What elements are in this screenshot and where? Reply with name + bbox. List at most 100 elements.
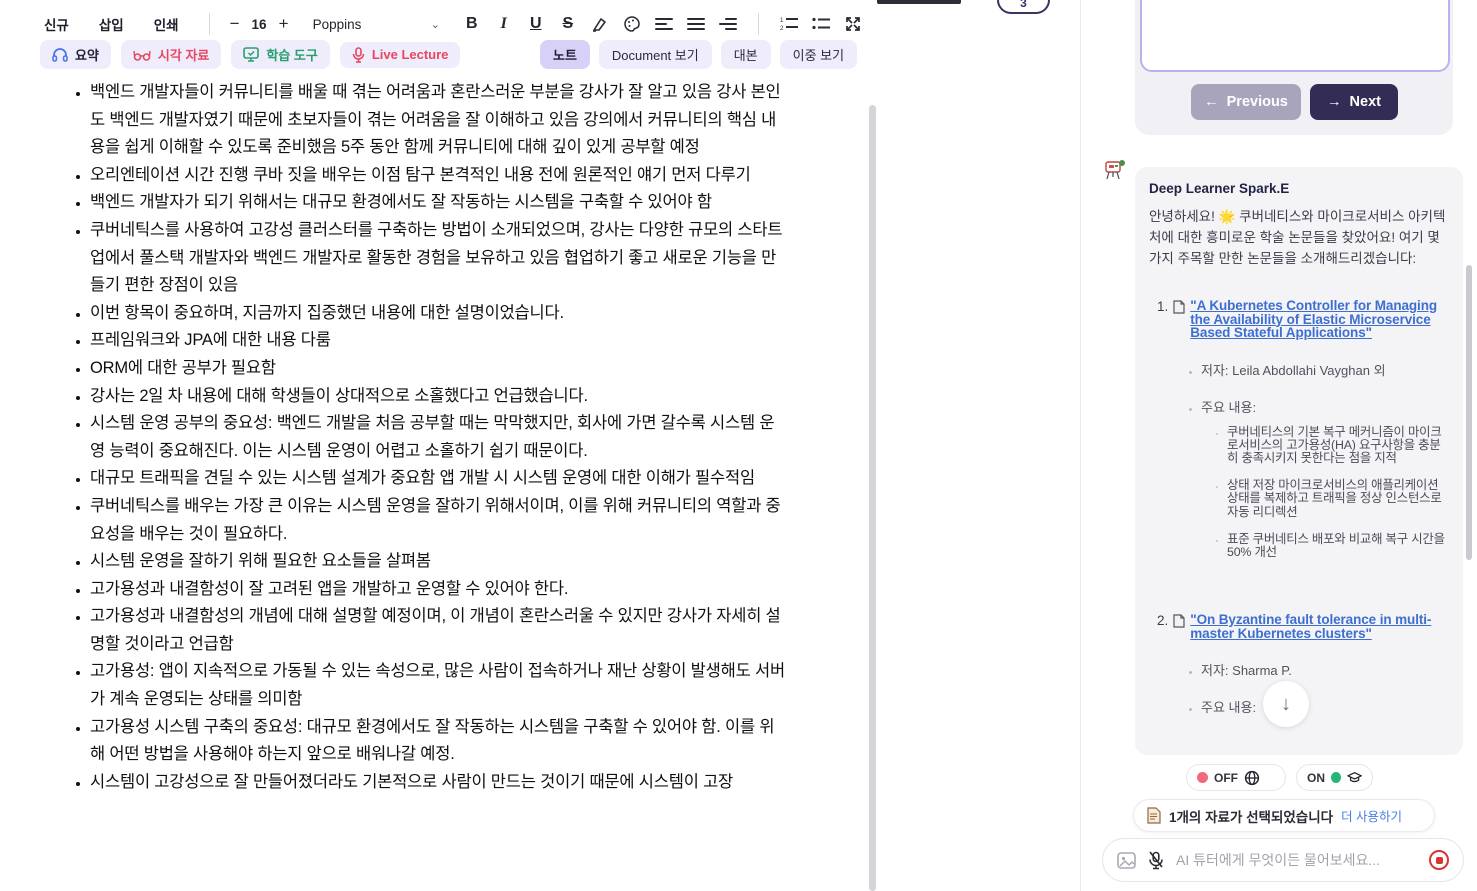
tab-note[interactable]: 노트	[540, 40, 590, 69]
chat-input-bar	[1102, 838, 1464, 882]
align-right-icon[interactable]	[712, 12, 744, 36]
selected-source-bar: 1개의 자료가 선택되었습니다 더 사용하기	[1133, 799, 1435, 832]
chevron-down-icon[interactable]: ⌄	[431, 18, 440, 31]
app-window: 신규 삽입 인쇄 − 16 + Poppins ⌄ B I U S 12 요약 …	[0, 0, 1477, 891]
chat-intro-text: 안녕하세요! 🌟 쿠버네티스와 마이크로서비스 아키텍처에 대한 흥미로운 학술…	[1149, 209, 1446, 266]
panel-divider	[1080, 0, 1081, 891]
source-file-icon	[1147, 807, 1161, 824]
paper-point: 상태 저장 마이크로서비스의 애플리케이션 상태를 복제하고 트래픽을 정상 인…	[1227, 479, 1447, 519]
note-bullet: 쿠버네틱스를 사용하여 고강성 클러스터를 구축하는 방법이 소개되었으며, 강…	[90, 217, 786, 300]
summary-button[interactable]: 요약	[40, 40, 111, 69]
chat-scrollbar[interactable]	[1466, 265, 1472, 560]
document-notes[interactable]: 백엔드 개발자들이 커뮤니티를 배울 때 겪는 어려움과 혼란스러운 부분을 강…	[68, 79, 786, 796]
next-button[interactable]: → Next	[1310, 84, 1398, 120]
font-family-select[interactable]: Poppins	[313, 17, 431, 32]
note-bullet: 백엔드 개발자들이 커뮤니티를 배울 때 겪는 어려움과 혼란스러운 부분을 강…	[90, 79, 786, 162]
paper-number: 2.	[1157, 613, 1169, 629]
page-count-badge: 3	[997, 0, 1050, 14]
paper-point: 표준 쿠버네티스 배포와 비교해 복구 시간을 50% 개선	[1227, 532, 1447, 559]
font-size-decrease-button[interactable]: −	[224, 14, 246, 34]
note-bullet: 강사는 2일 차 내용에 대해 학생들이 상대적으로 소홀했다고 언급했습니다.	[90, 383, 786, 411]
note-bullet: 고가용성과 내결함성이 잘 고려된 앱을 개발하고 운영할 수 있어야 한다.	[90, 576, 786, 604]
toolbar-divider	[757, 13, 759, 35]
mascot-avatar	[1103, 157, 1127, 181]
numbered-list-icon[interactable]: 12	[773, 12, 805, 36]
note-bullet: 시스템 운영을 잘하기 위해 필요한 요소들을 살펴봄	[90, 548, 786, 576]
microphone-icon	[352, 46, 365, 63]
fullscreen-icon[interactable]	[837, 12, 869, 36]
paper-content-label: 주요 내용:	[1201, 701, 1447, 714]
note-bullet: 고가용성: 앱이 지속적으로 가동될 수 있는 속성으로, 많은 사람이 접속하…	[90, 658, 786, 713]
tab-script[interactable]: 대본	[720, 40, 771, 69]
note-bullet: 시스템이 고강성으로 잘 만들어졌더라도 기본적으로 사람이 만드는 것이기 때…	[90, 769, 786, 797]
paper-link[interactable]: "A Kubernetes Controller for Managing th…	[1190, 299, 1447, 340]
web-search-toggle[interactable]: OFF	[1186, 764, 1286, 791]
menu-print[interactable]: 인쇄	[154, 14, 179, 34]
live-lecture-button[interactable]: Live Lecture	[339, 41, 461, 68]
paper-details: 저자: Leila Abdollahi Vayghan 외 주요 내용: 쿠버네…	[1201, 364, 1447, 560]
scrollbar-thumb[interactable]	[869, 105, 876, 891]
tutor-mode-toggle[interactable]: ON	[1296, 764, 1373, 791]
menu-new[interactable]: 신규	[44, 14, 69, 34]
editor-toolbar: 신규 삽입 인쇄 − 16 + Poppins ⌄ B I U S 12	[44, 10, 869, 38]
graduation-cap-icon	[1347, 771, 1362, 782]
highlighter-icon[interactable]	[584, 12, 616, 36]
learning-tools-button[interactable]: 학습 도구	[231, 40, 330, 69]
chat-input[interactable]	[1176, 852, 1417, 868]
arrow-down-icon: ↓	[1281, 692, 1291, 715]
arrow-left-icon: ←	[1204, 94, 1219, 110]
visual-materials-button[interactable]: 시각 자료	[120, 40, 222, 69]
progress-bar-fragment	[877, 0, 961, 4]
note-bullet: 고가용성과 내결함성의 개념에 대해 설명할 예정이며, 이 개념이 혼란스러울…	[90, 603, 786, 658]
record-stop-icon[interactable]	[1429, 850, 1449, 870]
note-bullet: 오리엔테이션 시간 진행 쿠바 짓을 배우는 이점 탐구 본격적인 내용 전에 …	[90, 162, 786, 190]
menu-insert[interactable]: 삽입	[99, 14, 124, 34]
paper-author: 저자: Sharma P.	[1201, 664, 1447, 677]
document-icon	[1173, 614, 1185, 628]
feature-buttons: 요약 시각 자료 학습 도구 Live Lecture	[40, 40, 461, 69]
quiz-answer-box[interactable]	[1140, 0, 1450, 72]
off-indicator-dot	[1197, 772, 1208, 783]
headphones-icon	[52, 48, 68, 62]
underline-button[interactable]: U	[520, 15, 552, 33]
bullet-list-icon[interactable]	[805, 12, 837, 36]
paper-author: 저자: Leila Abdollahi Vayghan 외	[1201, 364, 1447, 377]
note-bullet: 쿠버네틱스를 배우는 가장 큰 이유는 시스템 운영을 잘하기 위해서이며, 이…	[90, 493, 786, 548]
svg-text:2: 2	[780, 26, 784, 32]
paper-content-label: 주요 내용: 쿠버네티스의 기본 복구 메커니즘이 마이크로서비스의 고가용성(…	[1201, 401, 1447, 560]
ai-chat-message: Deep Learner Spark.E 안녕하세요! 🌟 쿠버네티스와 마이크…	[1135, 167, 1463, 755]
source-selected-text: 1개의 자료가 선택되었습니다	[1169, 809, 1334, 825]
italic-button[interactable]: I	[488, 15, 520, 33]
globe-icon	[1244, 770, 1260, 785]
paper-link[interactable]: "On Byzantine fault tolerance in multi-m…	[1190, 613, 1447, 640]
image-attach-icon[interactable]	[1117, 851, 1136, 869]
note-bullet: 이번 항목이 중요하며, 지금까지 집중했던 내용에 대한 설명이었습니다.	[90, 300, 786, 328]
tab-dual-view[interactable]: 이중 보기	[779, 40, 858, 69]
note-bullet: 백엔드 개발자가 되기 위해서는 대규모 환경에서도 잘 작동하는 시스템을 구…	[90, 189, 786, 217]
paper-details: 저자: Sharma P. 주요 내용:	[1201, 664, 1447, 714]
font-size-increase-button[interactable]: +	[273, 14, 295, 34]
tab-document-view[interactable]: Document 보기	[598, 40, 712, 69]
align-left-icon[interactable]	[648, 12, 680, 36]
note-bullet: 고가용성 시스템 구축의 중요성: 대규모 환경에서도 잘 작동하는 시스템을 …	[90, 714, 786, 769]
svg-text:1: 1	[780, 18, 784, 24]
previous-button[interactable]: ← Previous	[1191, 84, 1301, 120]
paper-point: 쿠버네티스의 기본 복구 메커니즘이 마이크로서비스의 고가용성(HA) 요구사…	[1227, 425, 1447, 466]
paper-number: 1.	[1157, 299, 1169, 314]
align-center-icon[interactable]	[680, 12, 712, 36]
use-more-link[interactable]: 더 사용하기	[1341, 806, 1402, 825]
note-bullet: 대규모 트래픽을 견딜 수 있는 시스템 설계가 중요함 앱 개발 시 시스템 …	[90, 465, 786, 493]
arrow-right-icon: →	[1327, 94, 1342, 110]
document-icon	[1173, 300, 1185, 314]
strikethrough-button[interactable]: S	[552, 15, 584, 33]
chat-sender-name: Deep Learner Spark.E	[1149, 181, 1290, 196]
microphone-muted-icon[interactable]	[1148, 850, 1164, 870]
on-indicator-dot	[1331, 772, 1341, 783]
bold-button[interactable]: B	[456, 15, 488, 33]
color-palette-icon[interactable]	[616, 12, 648, 36]
paper-list: 1. "A Kubernetes Controller for Managing…	[1149, 299, 1447, 714]
scroll-to-bottom-button[interactable]: ↓	[1263, 681, 1309, 727]
document-scrollbar[interactable]	[869, 86, 876, 891]
monitor-check-icon	[243, 47, 260, 62]
paper-item: 1. "A Kubernetes Controller for Managing…	[1157, 299, 1447, 559]
